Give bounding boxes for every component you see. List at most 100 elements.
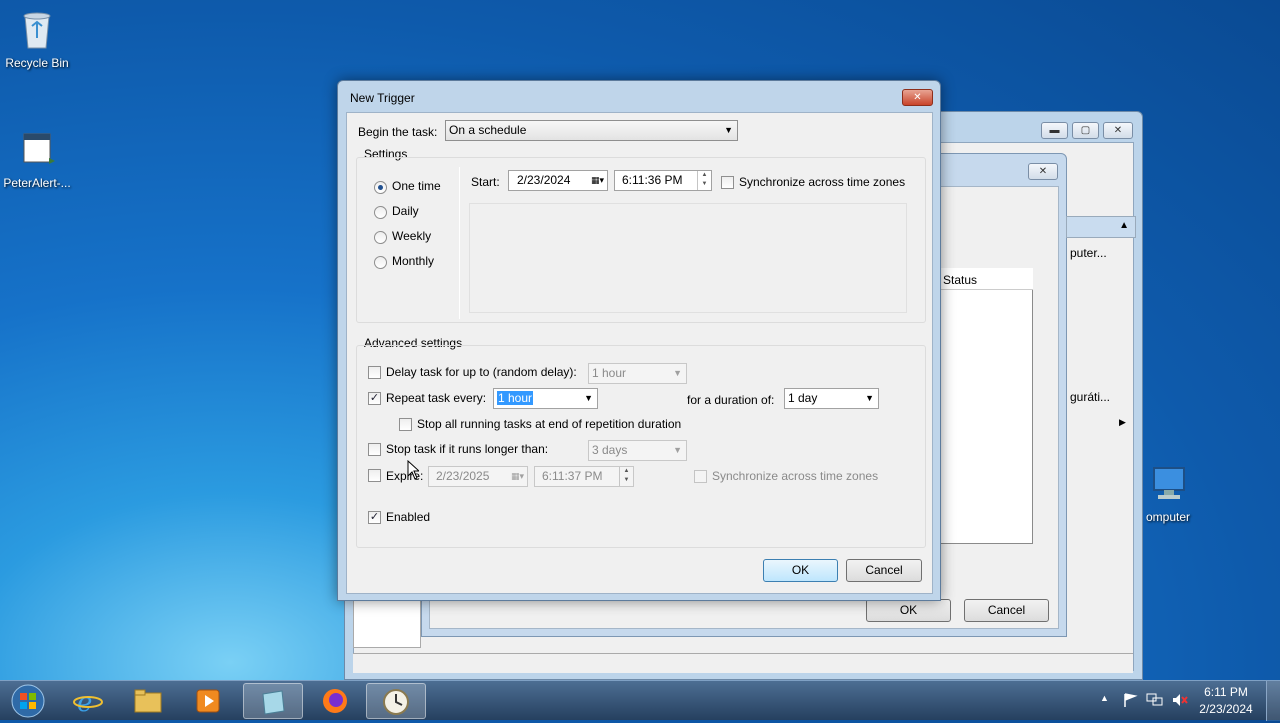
delay-select[interactable]: 1 hour ▼	[588, 363, 687, 384]
chevron-down-icon: ▼	[673, 445, 682, 455]
close-icon[interactable]: ✕	[1028, 163, 1058, 180]
time-spinner-icon[interactable]: ▲ ▼	[697, 171, 711, 190]
delay-value: 1 hour	[592, 366, 627, 380]
chevron-down-icon: ▼	[724, 125, 733, 135]
desktop-icon-label: PeterAlert-...	[3, 176, 71, 190]
stop-longer-label[interactable]: Stop task if it runs longer than:	[386, 442, 548, 456]
shortcut-file-icon	[15, 128, 59, 172]
chevron-up-icon: ▲	[1119, 220, 1129, 231]
settings-divider	[459, 167, 460, 319]
radio-daily[interactable]	[374, 206, 387, 219]
sync-timezones-checkbox[interactable]	[721, 176, 734, 189]
firefox-icon	[320, 687, 350, 718]
cancel-button-bg[interactable]: Cancel	[964, 599, 1049, 622]
radio-one-time-label[interactable]: One time	[392, 179, 441, 193]
action-center-flag-icon[interactable]	[1122, 692, 1138, 711]
computer-icon	[1146, 462, 1190, 506]
close-icon[interactable]: ✕	[902, 89, 933, 106]
maximize-button[interactable]: ▢	[1072, 122, 1099, 139]
taskbar: e ▲ 6:11 PM 2/23/2024	[0, 680, 1280, 721]
delay-checkbox[interactable]	[368, 366, 381, 379]
taskbar-firefox[interactable]	[305, 683, 365, 719]
expire-time-picker[interactable]: 6:11:37 PM ▲ ▼	[534, 466, 634, 487]
expire-date-value: 2/23/2025	[436, 469, 490, 483]
chevron-down-icon: ▼	[865, 393, 874, 403]
desktop-icon-label: Recycle Bin	[5, 56, 69, 70]
repeat-checkbox[interactable]: ✓	[368, 392, 381, 405]
stop-running-checkbox[interactable]	[399, 418, 412, 431]
radio-one-time[interactable]	[374, 181, 387, 194]
clock-icon	[381, 687, 411, 720]
desktop-icon-peteralert[interactable]: PeterAlert-...	[0, 128, 77, 190]
svg-text:e: e	[77, 688, 92, 715]
taskbar-notepad[interactable]	[243, 683, 303, 719]
begin-task-select[interactable]: On a schedule ▼	[445, 120, 738, 141]
enabled-checkbox[interactable]: ✓	[368, 511, 381, 524]
chevron-down-icon: ▼	[673, 368, 682, 378]
taskbar-task-scheduler[interactable]	[366, 683, 426, 719]
begin-task-value: On a schedule	[449, 123, 527, 137]
start-label: Start:	[471, 175, 500, 189]
action-item-text[interactable]: guráti...	[1070, 390, 1110, 404]
desktop-icon-recycle-bin[interactable]: Recycle Bin	[0, 8, 77, 70]
folder-icon	[133, 688, 163, 717]
cancel-button[interactable]: Cancel	[846, 559, 922, 582]
network-icon[interactable]	[1146, 692, 1164, 711]
start-time-picker[interactable]: 6:11:36 PM ▲ ▼	[614, 170, 712, 191]
delay-label[interactable]: Delay task for up to (random delay):	[386, 365, 577, 379]
expire-sync-label[interactable]: Synchronize across time zones	[712, 469, 878, 483]
notepad-icon	[258, 688, 288, 719]
radio-monthly[interactable]	[374, 256, 387, 269]
internet-explorer-icon: e	[73, 687, 103, 718]
ok-button-bg[interactable]: OK	[866, 599, 951, 622]
radio-monthly-label[interactable]: Monthly	[392, 254, 434, 268]
history-table	[939, 268, 1033, 544]
show-hidden-icons[interactable]: ▲	[1100, 693, 1109, 703]
expire-date-picker[interactable]: 2/23/2025 ▦▾	[428, 466, 528, 487]
volume-muted-icon[interactable]	[1171, 692, 1189, 711]
start-button[interactable]	[6, 682, 50, 720]
new-trigger-dialog: New Trigger ✕ Begin the task: On a sched…	[337, 80, 941, 601]
duration-select[interactable]: 1 day ▼	[784, 388, 879, 409]
action-item-text[interactable]: puter...	[1070, 246, 1107, 260]
media-player-icon	[195, 688, 221, 717]
repeat-label[interactable]: Repeat task every:	[386, 391, 486, 405]
clock-time[interactable]: 6:11 PM	[1194, 685, 1258, 699]
status-bar	[353, 653, 1133, 673]
begin-task-label: Begin the task:	[358, 125, 438, 139]
radio-daily-label[interactable]: Daily	[392, 204, 419, 218]
sync-timezones-label[interactable]: Synchronize across time zones	[739, 175, 905, 189]
calendar-icon[interactable]: ▦▾	[591, 171, 604, 190]
expire-checkbox[interactable]	[368, 469, 381, 482]
list-pane	[353, 600, 421, 648]
repeat-interval-value: 1 hour	[497, 391, 534, 405]
start-time-value: 6:11:36 PM	[622, 173, 683, 187]
collapse-bar[interactable]: ▲	[1066, 216, 1136, 238]
column-status[interactable]: Status	[943, 273, 977, 287]
time-spinner-icon[interactable]: ▲ ▼	[619, 467, 633, 486]
expire-time-value: 6:11:37 PM	[542, 469, 603, 483]
taskbar-internet-explorer[interactable]: e	[58, 683, 118, 719]
radio-weekly-label[interactable]: Weekly	[392, 229, 431, 243]
start-date-picker[interactable]: 2/23/2024 ▦▾	[508, 170, 608, 191]
show-desktop-button[interactable]	[1266, 681, 1280, 721]
taskbar-media-player[interactable]	[178, 683, 238, 719]
enabled-label[interactable]: Enabled	[386, 510, 430, 524]
radio-weekly[interactable]	[374, 231, 387, 244]
stop-longer-checkbox[interactable]	[368, 443, 381, 456]
ok-button[interactable]: OK	[763, 559, 838, 582]
expire-sync-checkbox[interactable]	[694, 470, 707, 483]
stop-running-label[interactable]: Stop all running tasks at end of repetit…	[417, 417, 681, 431]
taskbar-explorer[interactable]	[118, 683, 178, 719]
stop-longer-select[interactable]: 3 days ▼	[588, 440, 687, 461]
calendar-icon[interactable]: ▦▾	[511, 467, 524, 486]
chevron-right-icon[interactable]: ▶	[1119, 417, 1126, 428]
mouse-cursor-icon	[407, 459, 421, 483]
minimize-button[interactable]: ▬	[1041, 122, 1068, 139]
repeat-interval-select[interactable]: 1 hour ▼	[493, 388, 598, 409]
stop-longer-value: 3 days	[592, 443, 628, 457]
clock-date[interactable]: 2/23/2024	[1194, 702, 1258, 716]
recycle-bin-icon	[15, 8, 59, 52]
start-date-value: 2/23/2024	[517, 173, 571, 187]
close-icon[interactable]: ✕	[1103, 122, 1133, 139]
